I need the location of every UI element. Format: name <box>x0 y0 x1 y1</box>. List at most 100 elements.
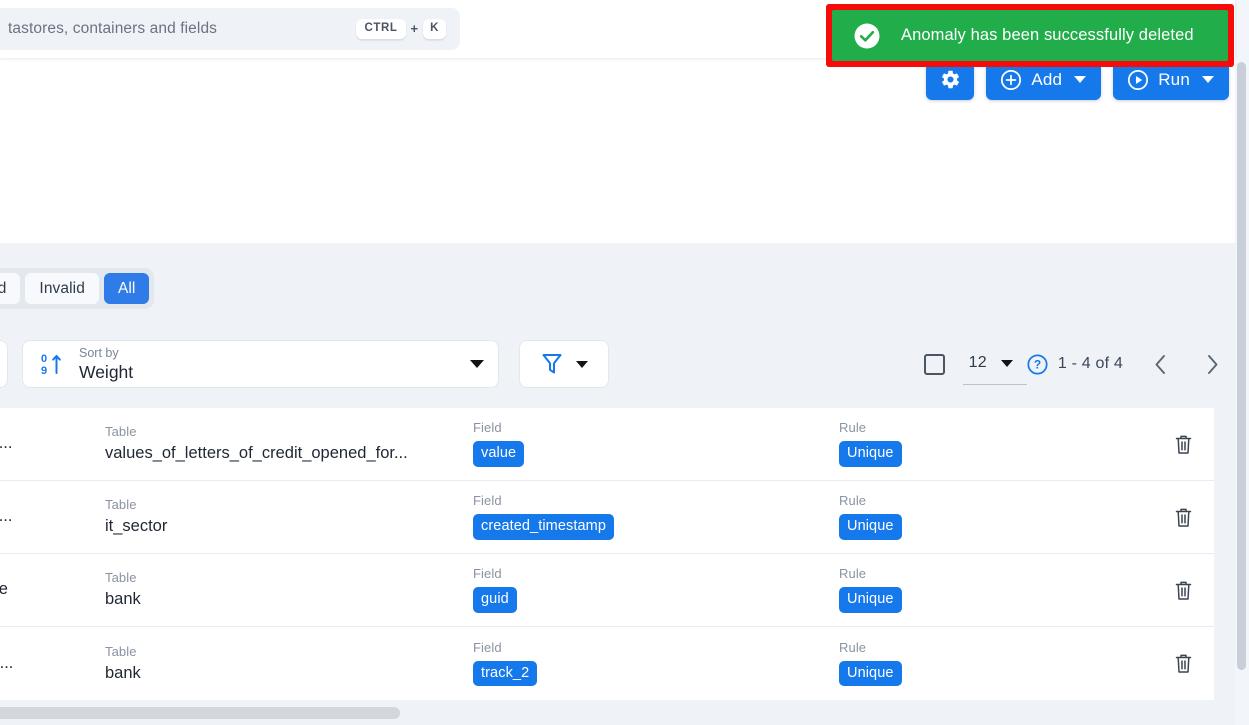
table-cell: Table bank <box>105 643 141 683</box>
table-row[interactable]: red valu... Table it_sector Field create… <box>0 481 1214 554</box>
run-button-label: Run <box>1158 69 1190 89</box>
page-size-select[interactable]: 12 <box>962 354 1027 385</box>
table-row[interactable]: not uniq... Table values_of_letters_of_c… <box>0 408 1214 481</box>
anomaly-name-value: not uniq... <box>0 434 13 453</box>
filter-tab-invalid[interactable]: Invalid <box>25 273 99 304</box>
success-toast[interactable]: Anomaly has been successfully deleted <box>832 10 1228 61</box>
field-column-header: Field <box>473 493 502 509</box>
svg-text:0: 0 <box>41 353 47 365</box>
shortcut-k-key: K <box>423 19 446 39</box>
delete-row-button[interactable] <box>1170 431 1196 457</box>
field-name-badge[interactable]: value <box>473 441 525 467</box>
filter-dropdown-button[interactable] <box>519 340 609 388</box>
rule-column-header: Rule <box>839 639 867 655</box>
search-shortcut-hint: CTRL + K <box>356 19 446 39</box>
pagination-range-label: 1 - 4 of 4 <box>1057 355 1123 372</box>
rule-column-header: Rule <box>839 420 867 436</box>
table-cell: Table bank <box>105 571 141 609</box>
rule-name-badge[interactable]: Unique <box>839 587 902 613</box>
status-filter-segmented-control: Resolved Invalid All <box>0 268 155 309</box>
anomaly-name-value: ot unique <box>0 580 8 599</box>
previous-page-button[interactable] <box>1145 349 1175 379</box>
anomaly-name-value: e not un... <box>0 653 14 672</box>
rule-name-badge[interactable]: Unique <box>839 514 902 540</box>
svg-text:?: ? <box>1034 357 1041 371</box>
table-column-header: Table <box>105 497 137 513</box>
rule-cell: Rule Unique <box>839 567 902 613</box>
toast-highlight-outline: Anomaly has been successfully deleted <box>826 4 1234 67</box>
filter-tab-resolved[interactable]: Resolved <box>0 273 21 304</box>
rule-name-badge[interactable]: Unique <box>839 441 902 467</box>
app-root: tastores, containers and fields CTRL + K… <box>0 0 1249 725</box>
rule-column-header: Rule <box>839 566 867 582</box>
vertical-scrollbar[interactable] <box>1235 0 1249 725</box>
field-cell: Field value <box>473 420 525 467</box>
filter-tab-all[interactable]: All <box>103 273 150 304</box>
trash-icon <box>1175 654 1191 673</box>
shortcut-plus-sign: + <box>410 21 419 37</box>
global-search-box[interactable]: tastores, containers and fields CTRL + K <box>0 8 460 50</box>
search-placeholder-text: tastores, containers and fields <box>8 20 218 37</box>
sort-by-select[interactable]: 0 9 Sort by Weight <box>22 340 499 388</box>
rule-column-header: Rule <box>839 493 867 509</box>
rule-name-badge[interactable]: Unique <box>839 660 902 687</box>
left-control-partial[interactable] <box>0 340 8 388</box>
table-column-header: Table <box>105 424 137 440</box>
toast-message: Anomaly has been successfully deleted <box>901 26 1194 44</box>
anomaly-name-cell: not uniq... <box>0 434 13 453</box>
field-cell: Field created_timestamp <box>473 493 615 540</box>
anomaly-name-value: red valu... <box>0 507 13 526</box>
next-page-button[interactable] <box>1197 349 1227 379</box>
table-row[interactable]: e not un... Table bank Field track_2 Rul… <box>0 627 1214 700</box>
add-chevron-down-icon[interactable] <box>1074 76 1087 83</box>
delete-row-button[interactable] <box>1170 504 1196 530</box>
svg-text:9: 9 <box>41 365 47 377</box>
delete-row-button[interactable] <box>1170 651 1196 677</box>
table-cell: Table it_sector <box>105 498 167 536</box>
field-cell: Field guid <box>473 567 517 613</box>
trash-icon <box>1175 581 1191 600</box>
help-circle-icon[interactable]: ? <box>1027 353 1048 375</box>
delete-row-button[interactable] <box>1170 577 1196 603</box>
field-column-header: Field <box>473 420 502 436</box>
table-column-header: Table <box>105 643 137 659</box>
filter-chevron-down-icon[interactable] <box>576 360 588 368</box>
select-all-checkbox[interactable] <box>923 353 945 375</box>
pagination-controls: 12 ? 1 - 4 of 4 <box>923 340 1227 388</box>
chevron-right-icon <box>1207 354 1217 374</box>
gear-icon <box>941 70 959 89</box>
field-cell: Field track_2 <box>473 639 538 687</box>
sort-numeric-asc-icon: 0 9 <box>41 353 61 377</box>
check-circle-icon <box>854 23 880 48</box>
horizontal-scrollbar-thumb[interactable] <box>0 707 400 719</box>
anomaly-list: not uniq... Table values_of_letters_of_c… <box>0 408 1214 700</box>
field-column-header: Field <box>473 639 502 655</box>
trash-icon <box>1175 435 1191 454</box>
sort-by-label: Sort by <box>79 345 119 360</box>
page-size-chevron-down-icon[interactable] <box>1000 359 1013 367</box>
table-name-value: it_sector <box>105 517 168 536</box>
table-name-value: values_of_letters_of_credit_opened_for..… <box>105 444 408 463</box>
trash-icon <box>1175 508 1191 527</box>
table-row[interactable]: ot unique Table bank Field guid Rule Uni… <box>0 554 1214 627</box>
page-size-value: 12 <box>968 354 987 371</box>
plus-circle-icon <box>1001 69 1022 90</box>
horizontal-scrollbar[interactable] <box>0 701 1235 725</box>
funnel-icon <box>542 354 562 374</box>
anomaly-name-cell: red valu... <box>0 507 13 526</box>
run-chevron-down-icon[interactable] <box>1202 76 1214 83</box>
rule-cell: Rule Unique <box>839 639 902 687</box>
sort-chevron-down-icon[interactable] <box>470 360 484 368</box>
field-name-badge[interactable]: track_2 <box>473 660 538 687</box>
table-cell: Table values_of_letters_of_credit_opened… <box>105 425 408 463</box>
chevron-left-icon <box>1155 354 1165 374</box>
field-name-badge[interactable]: guid <box>473 587 517 613</box>
shortcut-ctrl-key: CTRL <box>356 19 406 39</box>
play-circle-icon <box>1128 69 1149 90</box>
rule-cell: Rule Unique <box>839 494 902 540</box>
table-name-value: bank <box>105 590 141 609</box>
anomaly-name-cell: e not un... <box>0 653 14 673</box>
vertical-scrollbar-thumb[interactable] <box>1237 62 1246 670</box>
table-name-value: bank <box>105 663 141 682</box>
field-name-badge[interactable]: created_timestamp <box>473 514 615 540</box>
